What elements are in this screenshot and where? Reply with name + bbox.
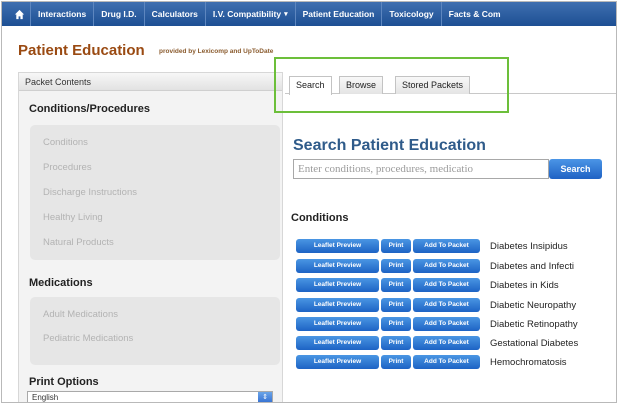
nav-item-drug-id[interactable]: Drug I.D. [93,2,143,26]
add-to-packet-button[interactable]: Add To Packet [413,317,480,331]
home-icon[interactable] [8,5,30,23]
leaflet-preview-button[interactable]: Leaflet Preview [296,278,379,292]
print-button[interactable]: Print [381,317,411,331]
condition-row: Leaflet Preview Print Add To Packet Gestati… [296,335,578,351]
condition-row: Leaflet Preview Print Add To Packet Hemochr… [296,354,567,370]
nav-item-facts-comparisons[interactable]: Facts & Com [440,2,508,26]
condition-label[interactable]: Hemochromatosis [490,357,567,368]
language-select-value: English [32,393,59,402]
page-subtitle: provided by Lexicomp and UpToDate [159,48,274,55]
condition-row: Leaflet Preview Print Add To Packet Diabeti… [296,316,578,332]
chevron-down-icon: ▾ [284,11,288,18]
nav-item-iv-compatibility[interactable]: I.V. Compatibility ▾ [204,2,295,26]
condition-label[interactable]: Diabetes in Kids [490,280,559,291]
sidebar-item-natural-products[interactable]: Natural Products [43,237,114,248]
medications-title: Medications [29,277,93,289]
condition-label[interactable]: Gestational Diabetes [490,338,578,349]
search-title: Search Patient Education [293,137,486,154]
condition-label[interactable]: Diabetic Neuropathy [490,300,576,311]
page-title: Patient Education [18,42,145,59]
packet-contents-sidebar: Packet Contents Conditions/Procedures Co… [18,72,283,402]
leaflet-preview-button[interactable]: Leaflet Preview [296,336,379,350]
print-button[interactable]: Print [381,298,411,312]
sidebar-item-conditions[interactable]: Conditions [43,137,88,148]
nav-item-toxicology[interactable]: Toxicology [381,2,440,26]
leaflet-preview-button[interactable]: Leaflet Preview [296,355,379,369]
conditions-procedures-title: Conditions/Procedures [29,103,151,115]
nav-item-interactions[interactable]: Interactions [30,2,93,26]
leaflet-preview-button[interactable]: Leaflet Preview [296,298,379,312]
print-button[interactable]: Print [381,239,411,253]
leaflet-preview-button[interactable]: Leaflet Preview [296,239,379,253]
medications-box: Adult Medications Pediatric Medications [30,297,280,365]
language-select[interactable]: English ⇕ [27,391,273,402]
nav-item-patient-education[interactable]: Patient Education [294,2,382,26]
print-button[interactable]: Print [381,278,411,292]
condition-row: Leaflet Preview Print Add To Packet Diabeti… [296,297,576,313]
leaflet-preview-button[interactable]: Leaflet Preview [296,259,379,273]
sidebar-item-discharge-instructions[interactable]: Discharge Instructions [43,187,137,198]
search-button[interactable]: Search [549,159,602,179]
select-arrows-icon: ⇕ [258,392,272,402]
print-button[interactable]: Print [381,259,411,273]
print-button[interactable]: Print [381,336,411,350]
conditions-procedures-box: Conditions Procedures Discharge Instruct… [30,125,280,260]
conditions-title: Conditions [291,212,349,224]
condition-label[interactable]: Diabetes Insipidus [490,241,568,252]
sidebar-header: Packet Contents [19,73,282,91]
add-to-packet-button[interactable]: Add To Packet [413,298,480,312]
add-to-packet-button[interactable]: Add To Packet [413,259,480,273]
highlight-annotation [274,57,509,113]
add-to-packet-button[interactable]: Add To Packet [413,239,480,253]
main-content: Search Browse Stored Packets Search Pati… [285,72,616,402]
condition-label[interactable]: Diabetic Retinopathy [490,319,578,330]
condition-row: Leaflet Preview Print Add To Packet Diabete… [296,277,559,293]
sidebar-item-pediatric-medications[interactable]: Pediatric Medications [43,333,133,344]
condition-label[interactable]: Diabetes and Infecti [490,261,574,272]
print-button[interactable]: Print [381,355,411,369]
sidebar-item-adult-medications[interactable]: Adult Medications [43,309,118,320]
add-to-packet-button[interactable]: Add To Packet [413,278,480,292]
print-options-title: Print Options [29,376,99,388]
add-to-packet-button[interactable]: Add To Packet [413,355,480,369]
condition-row: Leaflet Preview Print Add To Packet Diabete… [296,238,568,254]
condition-row: Leaflet Preview Print Add To Packet Diabete… [296,258,574,274]
leaflet-preview-button[interactable]: Leaflet Preview [296,317,379,331]
app-frame: Interactions Drug I.D. Calculators I.V. … [1,1,617,403]
sidebar-item-procedures[interactable]: Procedures [43,162,92,173]
search-input[interactable]: Enter conditions, procedures, medicatio [293,159,549,179]
sidebar-item-healthy-living[interactable]: Healthy Living [43,212,103,223]
top-navigation: Interactions Drug I.D. Calculators I.V. … [2,2,616,26]
nav-item-calculators[interactable]: Calculators [143,2,205,26]
add-to-packet-button[interactable]: Add To Packet [413,336,480,350]
